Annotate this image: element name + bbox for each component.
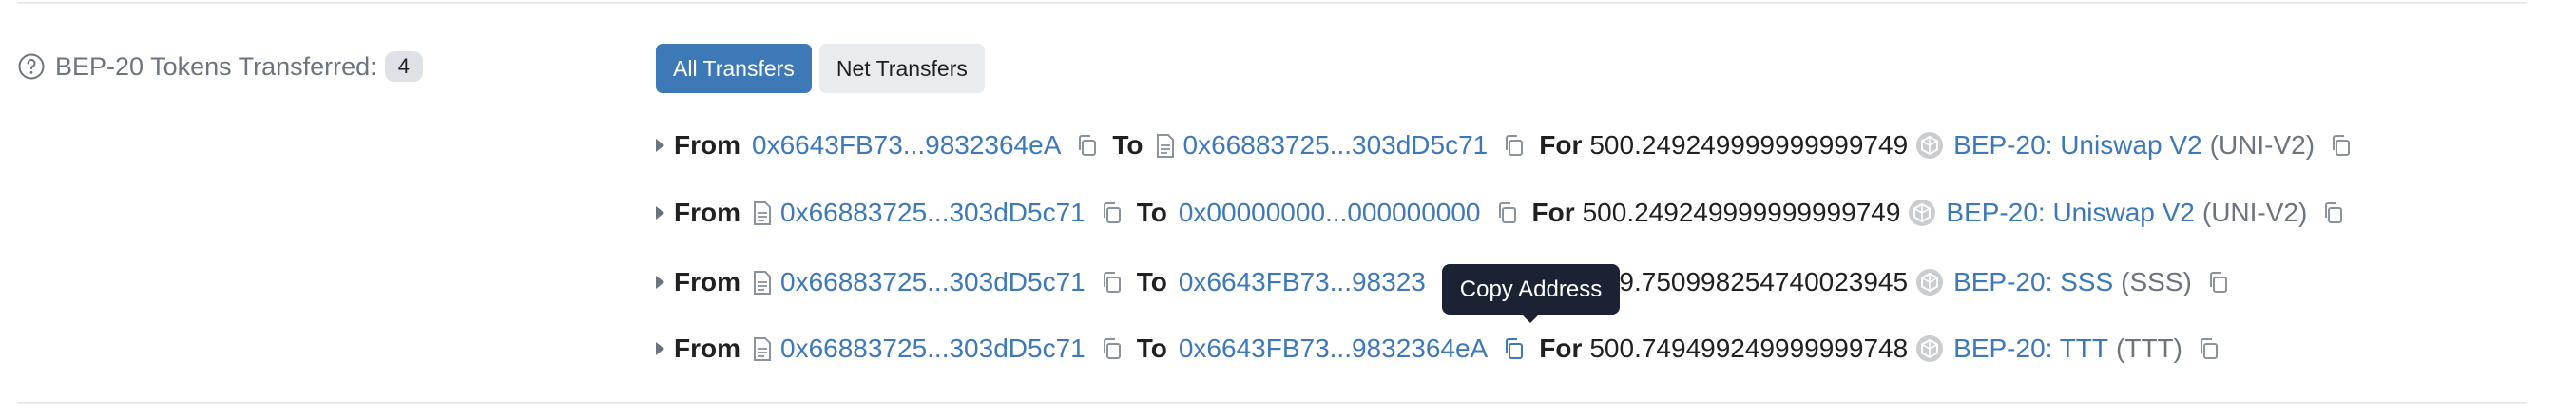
to-address-link[interactable]: 0x00000000...000000000 [1179, 198, 1481, 228]
for-label: For [1539, 130, 1583, 160]
copy-icon[interactable] [2196, 335, 2222, 362]
transfer-row: From 0x66883725...303dD5c71 To 0x6643FB7… [656, 328, 2222, 370]
token-symbol: (TTT) [2116, 334, 2182, 363]
for-label: For [1531, 198, 1575, 227]
transfer-row: From 0x66883725...303dD5c71 To 0x0000000… [656, 192, 2347, 234]
bottom-divider [17, 402, 2527, 404]
to-address-link[interactable]: 0x66883725...303dD5c71 [1183, 130, 1489, 161]
copy-icon[interactable] [2320, 200, 2347, 226]
token-name-link[interactable]: BEP-20: SSS [1953, 267, 2113, 297]
copy-icon[interactable] [1494, 200, 1521, 226]
token-name-link[interactable]: BEP-20: Uniswap V2 [1946, 198, 2194, 228]
copy-icon[interactable] [1099, 269, 1125, 296]
copy-icon[interactable] [1501, 132, 1528, 159]
caret-right-icon[interactable] [656, 139, 664, 152]
caret-right-icon[interactable] [656, 206, 664, 220]
from-label: From [674, 130, 740, 160]
from-label: From [674, 198, 740, 227]
copy-icon[interactable] [1099, 335, 1125, 362]
token-amount: 500.749499249999999748 [1589, 334, 1909, 363]
tab-all-transfers[interactable]: All Transfers [656, 44, 812, 93]
token-name-link[interactable]: BEP-20: TTT [1953, 334, 2108, 364]
question-circle-icon[interactable] [17, 52, 46, 81]
token-logo-icon [1915, 268, 1944, 296]
from-address-link[interactable]: 0x66883725...303dD5c71 [780, 334, 1086, 364]
file-document-icon [752, 270, 773, 295]
to-label: To [1112, 130, 1144, 160]
transfer-count-badge: 4 [384, 51, 423, 82]
to-label: To [1136, 198, 1167, 227]
from-label: From [674, 334, 740, 363]
from-address-link[interactable]: 0x66883725...303dD5c71 [780, 267, 1086, 297]
section-label: BEP-20 Tokens Transferred: [55, 51, 377, 81]
caret-right-icon[interactable] [656, 342, 664, 355]
copy-icon[interactable] [1074, 132, 1101, 159]
token-symbol: (UNI-V2) [2209, 130, 2316, 160]
copy-address-tooltip: Copy Address [1442, 264, 1620, 323]
transfer-tabs: All Transfers Net Transfers [656, 44, 985, 93]
token-symbol: (SSS) [2121, 267, 2192, 296]
file-document-icon [752, 200, 773, 225]
token-amount: 500.249249999999999749 [1582, 198, 1901, 227]
token-logo-icon [1915, 131, 1944, 160]
copy-icon[interactable] [1501, 335, 1528, 362]
copy-icon[interactable] [2205, 269, 2232, 296]
tokens-transferred-label-row: BEP-20 Tokens Transferred: 4 [17, 48, 423, 86]
caret-right-icon[interactable] [656, 276, 664, 289]
copy-icon[interactable] [2328, 132, 2355, 159]
top-divider [17, 2, 2527, 4]
file-document-icon [1155, 133, 1176, 158]
from-label: From [674, 267, 740, 296]
tab-net-transfers[interactable]: Net Transfers [818, 44, 985, 93]
to-address-link[interactable]: 0x6643FB73...9832364eA [1179, 334, 1488, 364]
from-address-link[interactable]: 0x6643FB73...9832364eA [752, 130, 1061, 161]
token-symbol: (UNI-V2) [2201, 198, 2308, 227]
token-amount: 99.750998254740023945 [1604, 267, 1909, 296]
for-label: For [1539, 334, 1583, 363]
transfer-row: From 0x6643FB73...9832364eA To 0x6688372… [656, 124, 2355, 166]
copy-icon[interactable] [1099, 200, 1125, 226]
token-logo-icon [1908, 199, 1936, 227]
token-amount: 500.249249999999999749 [1589, 130, 1909, 160]
to-address-link[interactable]: 0x6643FB73...98323 [1179, 267, 1426, 297]
token-logo-icon [1915, 334, 1944, 363]
to-label: To [1136, 334, 1167, 363]
from-address-link[interactable]: 0x66883725...303dD5c71 [780, 198, 1086, 228]
to-label: To [1136, 267, 1167, 296]
token-name-link[interactable]: BEP-20: Uniswap V2 [1953, 130, 2201, 161]
file-document-icon [752, 336, 773, 361]
